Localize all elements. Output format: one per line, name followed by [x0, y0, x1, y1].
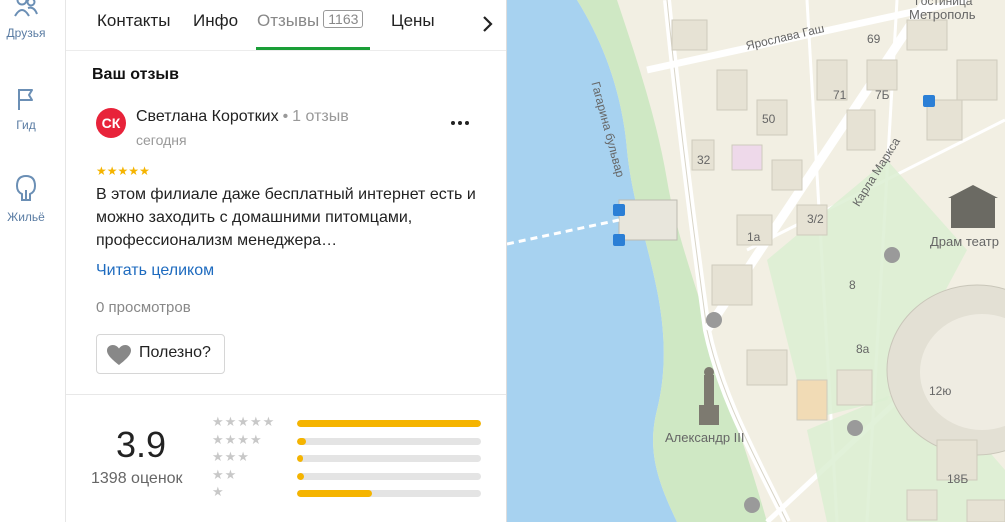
row-stars: ★★ — [212, 466, 238, 482]
map-label-7b: 7Б — [875, 88, 890, 102]
map-label-metropol: Метрополь — [909, 7, 976, 22]
read-more-link[interactable]: Читать целиком — [96, 262, 214, 280]
place-panel: Контакты Инфо Отзывы 1163 Цены Ваш отзыв … — [66, 0, 507, 522]
tab-info-label: Инфо — [193, 11, 239, 30]
rail-label-guide: Гид — [16, 118, 36, 132]
rail-item-housing[interactable]: Жильё — [0, 172, 52, 224]
rating-bar-fill — [297, 472, 305, 480]
map-label-drama-theatre: Драм театр — [930, 234, 999, 249]
rail-label-friends: Друзья — [6, 26, 46, 40]
useful-label: Полезно? — [139, 344, 211, 361]
review-views: 0 просмотров — [96, 299, 191, 316]
review-author-line: Светлана Коротких • 1 отзыв — [136, 108, 349, 126]
star-icon: ★ — [96, 164, 107, 178]
tab-contacts[interactable]: Контакты — [97, 11, 170, 31]
rating-bar-fill — [297, 455, 303, 462]
rail-label-housing: Жильё — [7, 210, 45, 224]
map-label-32: 32 — [697, 153, 711, 167]
rail-item-friends[interactable]: Друзья — [0, 0, 52, 40]
review-author-name[interactable]: Светлана Коротких — [136, 108, 279, 125]
tab-contacts-label: Контакты — [97, 11, 171, 30]
flag-icon — [18, 89, 33, 110]
rating-bar — [297, 490, 481, 497]
rating-bar — [297, 455, 481, 462]
map-label-18b: 18Б — [947, 472, 969, 486]
row-stars: ★ — [212, 484, 225, 499]
row-stars: ★★★ — [212, 449, 250, 464]
row-stars: ★★★★★ — [212, 414, 276, 429]
row-stars: ★★★★ — [212, 431, 263, 447]
avatar[interactable]: СК — [96, 108, 126, 138]
review-more-button[interactable] — [446, 110, 474, 134]
rating-bar-fill — [297, 437, 307, 445]
review-text: В этом филиале даже бесплатный интернет … — [96, 186, 476, 249]
map-label-12u: 12ю — [929, 384, 952, 398]
rating-bar-fill — [297, 420, 481, 427]
map-label-3-2: 3/2 — [807, 212, 824, 226]
active-tab-indicator — [256, 47, 370, 50]
house-icon — [15, 174, 37, 201]
author-review-count: 1 отзыв — [292, 108, 349, 125]
tab-prices-label: Цены — [391, 11, 435, 30]
map-label-69: 69 — [867, 32, 881, 46]
star-icon: ★ — [139, 164, 150, 178]
rating-bar — [297, 437, 481, 445]
friends-icon — [14, 0, 38, 17]
map-label-1a: 1а — [747, 230, 761, 244]
tabs-next-button[interactable] — [472, 9, 502, 39]
chevron-right-icon — [483, 16, 493, 32]
map[interactable]: Гагарина бульвар Ярослава Гаш Карла Марк… — [507, 0, 1005, 522]
review-date: сегодня — [136, 132, 187, 148]
map-label-8a: 8а — [856, 342, 870, 356]
useful-button[interactable]: Полезно? — [96, 334, 225, 374]
rating-value: 3.9 — [116, 424, 167, 465]
tab-fade — [438, 0, 474, 50]
more-dots-icon — [451, 121, 469, 125]
star-icon: ★ — [106, 164, 118, 178]
section-divider — [66, 394, 506, 395]
rating-bar — [297, 420, 481, 427]
map-canvas[interactable] — [507, 0, 1005, 522]
star-icon: ★ — [128, 164, 140, 178]
rating-bar-fill — [297, 490, 373, 497]
tab-bar: Контакты Инфо Отзывы 1163 Цены — [66, 0, 506, 51]
tab-reviews-label: Отзывы — [257, 11, 320, 30]
tab-prices[interactable]: Цены — [391, 11, 435, 31]
map-label-50: 50 — [762, 112, 776, 126]
map-label-alexander: Александр III — [665, 430, 745, 445]
heart-icon — [107, 345, 131, 365]
reviews-count-badge: 1163 — [323, 10, 364, 28]
map-label-71: 71 — [833, 88, 847, 102]
map-label-8: 8 — [849, 278, 856, 292]
star-icon: ★ — [117, 164, 129, 178]
rating-count: 1398 оценок — [91, 470, 183, 487]
rating-bar — [297, 472, 481, 480]
left-rail: Друзья Гид Жильё — [0, 0, 66, 522]
tab-info[interactable]: Инфо — [193, 11, 238, 31]
your-review-title: Ваш отзыв — [92, 66, 179, 83]
review-stars: ★★★★★ — [96, 164, 150, 178]
tab-reviews[interactable]: Отзывы 1163 — [257, 10, 364, 31]
author-separator: • — [282, 108, 289, 125]
rail-item-guide[interactable]: Гид — [0, 86, 52, 132]
